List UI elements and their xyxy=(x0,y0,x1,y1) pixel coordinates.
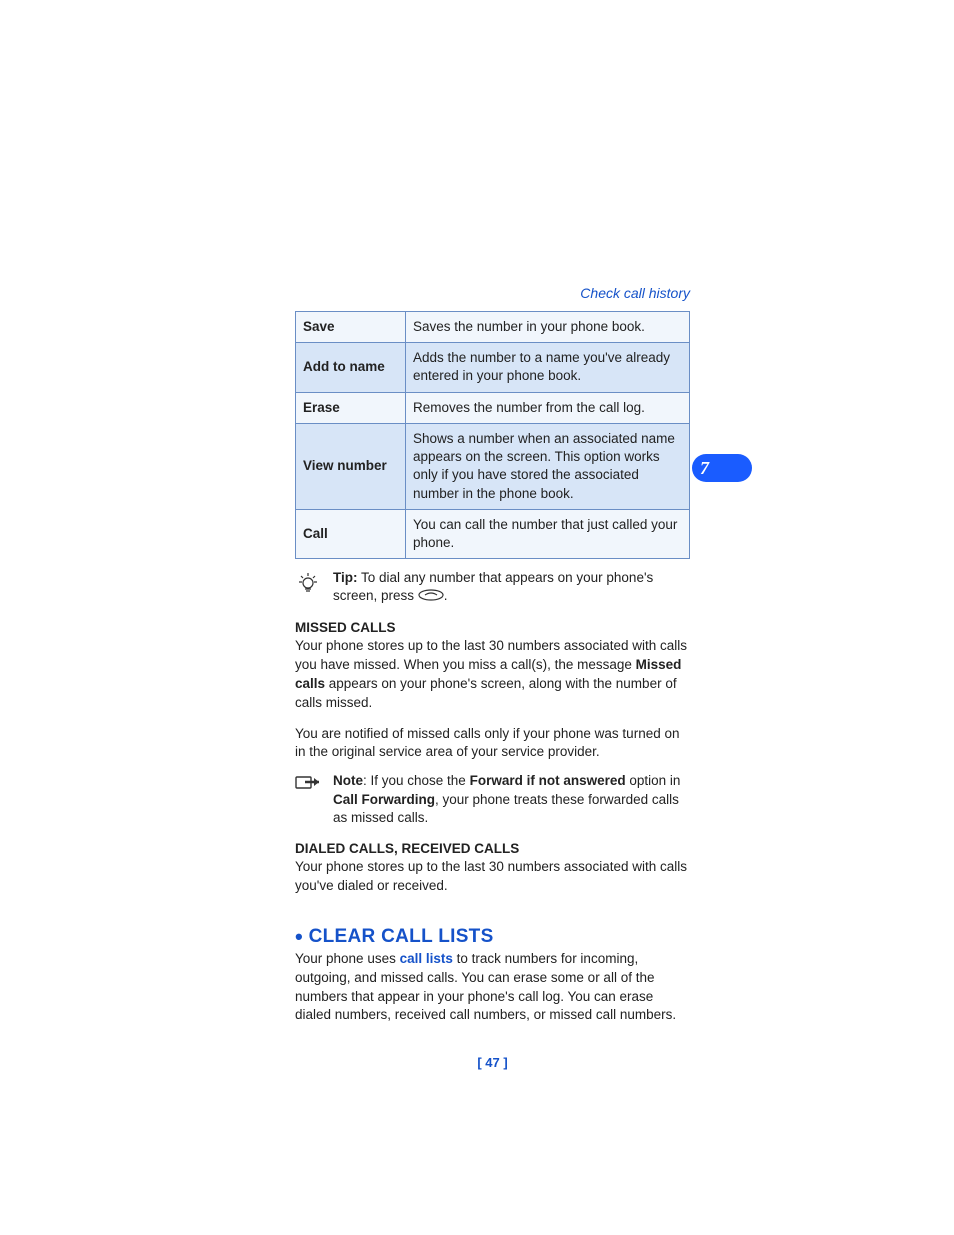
clear-title-text: CLEAR CALL LISTS xyxy=(309,926,494,947)
page-content: Check call history SaveSaves the number … xyxy=(295,285,690,1070)
option-label: View number xyxy=(296,423,406,509)
missed-calls-heading: MISSED CALLS xyxy=(295,620,690,635)
table-row: CallYou can call the number that just ca… xyxy=(296,509,690,558)
missed-calls-p1: Your phone stores up to the last 30 numb… xyxy=(295,637,690,713)
page-tab-number: 7 xyxy=(700,458,709,479)
dialed-heading: DIALED CALLS, RECEIVED CALLS xyxy=(295,841,690,856)
table-row: View numberShows a number when an associ… xyxy=(296,423,690,509)
note-text: Note: If you chose the Forward if not an… xyxy=(333,772,690,827)
bullet-icon: • xyxy=(295,924,303,949)
option-desc: Saves the number in your phone book. xyxy=(406,312,690,343)
breadcrumb: Check call history xyxy=(295,285,690,301)
option-desc: Adds the number to a name you've already… xyxy=(406,343,690,392)
note-block: Note: If you chose the Forward if not an… xyxy=(295,772,690,827)
options-table: SaveSaves the number in your phone book.… xyxy=(295,311,690,559)
option-desc: Shows a number when an associated name a… xyxy=(406,423,690,509)
tip-after: . xyxy=(444,588,448,603)
call-lists-link[interactable]: call lists xyxy=(400,951,453,966)
table-row: SaveSaves the number in your phone book. xyxy=(296,312,690,343)
dialed-p: Your phone stores up to the last 30 numb… xyxy=(295,858,690,896)
page-tab: 7 xyxy=(692,454,752,482)
page-number: [ 47 ] xyxy=(295,1055,690,1070)
option-desc: Removes the number from the call log. xyxy=(406,392,690,423)
tip-before: To dial any number that appears on your … xyxy=(333,570,653,603)
tip-label: Tip: xyxy=(333,570,358,585)
table-row: Add to nameAdds the number to a name you… xyxy=(296,343,690,392)
talk-key-icon xyxy=(418,588,444,606)
table-row: EraseRemoves the number from the call lo… xyxy=(296,392,690,423)
option-label: Call xyxy=(296,509,406,558)
missed-calls-p2: You are notified of missed calls only if… xyxy=(295,725,690,763)
clear-call-lists-p: Your phone uses call lists to track numb… xyxy=(295,950,690,1026)
note-icon xyxy=(295,774,323,799)
lightbulb-icon xyxy=(295,571,323,602)
clear-call-lists-title: • CLEAR CALL LISTS xyxy=(295,922,690,948)
option-label: Add to name xyxy=(296,343,406,392)
option-label: Erase xyxy=(296,392,406,423)
tip-text: Tip: To dial any number that appears on … xyxy=(333,569,690,606)
tip-block: Tip: To dial any number that appears on … xyxy=(295,569,690,606)
option-desc: You can call the number that just called… xyxy=(406,509,690,558)
option-label: Save xyxy=(296,312,406,343)
